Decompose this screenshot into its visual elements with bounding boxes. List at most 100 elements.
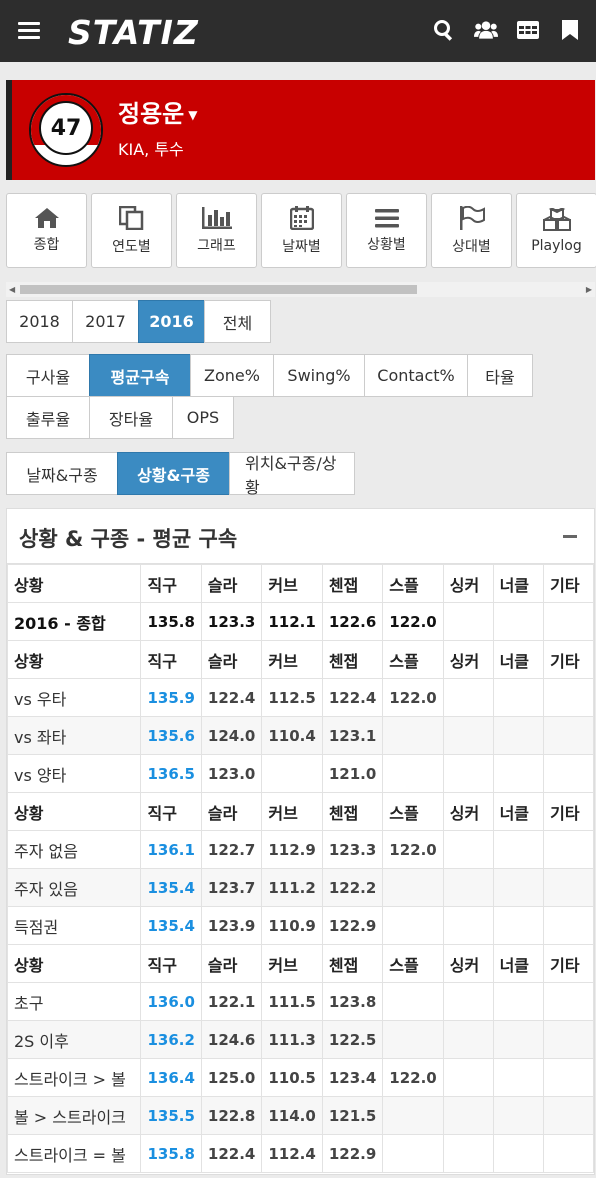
menu-playlog[interactable]: Playlog <box>516 193 596 268</box>
velocity-cell <box>382 1020 444 1059</box>
column-header[interactable]: 커브 <box>261 944 323 983</box>
column-header[interactable]: 기타 <box>543 640 594 679</box>
column-header[interactable]: 슬라 <box>200 944 263 983</box>
player-team-position: KIA, 투수 <box>118 140 184 159</box>
table-header-row: 상황 직구 슬라 커브 첸잽 스플 싱커 너클 기타 <box>6 944 594 983</box>
tab-contact[interactable]: Contact% <box>364 354 468 397</box>
column-header[interactable]: 너클 <box>492 944 545 983</box>
situation-label: vs 양타 <box>6 754 142 793</box>
velocity-cell <box>492 1134 545 1173</box>
table-icon[interactable] <box>516 18 540 42</box>
site-logo[interactable]: STATIZ <box>68 13 199 52</box>
tab-date-pitch[interactable]: 날짜&구종 <box>6 452 118 495</box>
tab-avg-velocity[interactable]: 평균구속 <box>89 354 191 397</box>
velocity-cell: 136.4 <box>140 1058 202 1097</box>
menu-by-date[interactable]: 날짜별 <box>261 193 342 268</box>
column-header[interactable]: 스플 <box>382 640 444 679</box>
column-header[interactable]: 커브 <box>261 564 323 603</box>
scroll-right-icon[interactable]: ▶ <box>586 285 592 294</box>
velocity-cell <box>492 1058 545 1097</box>
copy-icon <box>118 205 143 230</box>
column-header[interactable]: 기타 <box>543 564 594 603</box>
velocity-cell <box>492 830 545 869</box>
menu-graph[interactable]: 그래프 <box>176 193 257 268</box>
column-header[interactable]: 직구 <box>140 792 202 831</box>
situation-label: 스트라이크 = 볼 <box>6 1134 142 1173</box>
menu-by-situation[interactable]: 상황별 <box>346 193 427 268</box>
tab-swing[interactable]: Swing% <box>273 354 365 397</box>
column-header[interactable]: 슬라 <box>200 792 263 831</box>
column-header[interactable]: 싱커 <box>442 944 494 983</box>
bookmark-icon[interactable] <box>558 18 582 42</box>
velocity-cell <box>543 868 594 907</box>
menu-icon[interactable] <box>18 22 40 40</box>
tab-ops[interactable]: OPS <box>172 396 234 439</box>
column-header[interactable]: 상황 <box>6 944 142 983</box>
tab-slg[interactable]: 장타율 <box>89 396 173 439</box>
column-header[interactable]: 직구 <box>140 640 202 679</box>
velocity-cell <box>492 602 545 641</box>
table-row: 스트라이크 > 볼 136.4 125.0 110.5 123.4 122.0 <box>6 1058 594 1097</box>
velocity-cell <box>543 602 594 641</box>
situation-label: 주자 없음 <box>6 830 142 869</box>
velocity-table: 상황 직구 슬라 커브 첸잽 스플 싱커 너클 기타 2016 - 종합 135.8 123.3 112… <box>6 564 594 1173</box>
velocity-cell <box>543 1058 594 1097</box>
tab-zone[interactable]: Zone% <box>190 354 274 397</box>
column-header[interactable]: 첸잽 <box>321 792 384 831</box>
column-header[interactable]: 기타 <box>543 792 594 831</box>
year-2018-button[interactable]: 2018 <box>6 300 73 343</box>
column-header[interactable]: 스플 <box>382 944 444 983</box>
column-header[interactable]: 첸잽 <box>321 944 384 983</box>
column-header[interactable]: 커브 <box>261 792 323 831</box>
table-row: 2S 이후 136.2 124.6 111.3 122.5 <box>6 1020 594 1059</box>
column-header[interactable]: 싱커 <box>442 564 494 603</box>
scroll-left-icon[interactable]: ◀ <box>9 285 15 294</box>
column-header[interactable]: 직구 <box>140 944 202 983</box>
column-header[interactable]: 상황 <box>6 564 142 603</box>
column-header[interactable]: 상황 <box>6 792 142 831</box>
player-profile: 47 정용운 ▼ KIA, 투수 <box>6 80 595 180</box>
tab-batting-avg[interactable]: 타율 <box>467 354 533 397</box>
tab-location-pitch-situation[interactable]: 위치&구종/상황 <box>229 452 355 497</box>
velocity-cell: 135.5 <box>140 1096 202 1135</box>
column-header[interactable]: 슬라 <box>200 640 263 679</box>
tab-obp[interactable]: 출루율 <box>6 396 90 439</box>
year-2017-button[interactable]: 2017 <box>72 300 139 343</box>
tab-situation-pitch[interactable]: 상황&구종 <box>117 452 230 495</box>
column-header[interactable]: 싱커 <box>442 792 494 831</box>
search-icon[interactable] <box>432 18 456 42</box>
menu-yearly[interactable]: 연도별 <box>91 193 172 268</box>
column-header[interactable]: 너클 <box>492 640 545 679</box>
column-header[interactable]: 슬라 <box>200 564 263 603</box>
velocity-cell: 135.6 <box>140 716 202 755</box>
tab-pitch-usage[interactable]: 구사율 <box>6 354 90 397</box>
velocity-cell: 135.8 <box>140 602 202 641</box>
menu-by-opponent[interactable]: 상대별 <box>431 193 512 268</box>
column-header[interactable]: 너클 <box>492 564 545 603</box>
column-header[interactable]: 싱커 <box>442 640 494 679</box>
year-all-button[interactable]: 전체 <box>204 300 271 343</box>
player-name[interactable]: 정용운 ▼ <box>118 94 197 129</box>
velocity-cell <box>261 754 323 793</box>
velocity-cell <box>543 906 594 945</box>
column-header[interactable]: 상황 <box>6 640 142 679</box>
horizontal-scrollbar[interactable]: ◀ ▶ <box>6 282 595 297</box>
column-header[interactable]: 스플 <box>382 564 444 603</box>
table-row: vs 양타 136.5 123.0 121.0 <box>6 754 594 793</box>
column-header[interactable]: 기타 <box>543 944 594 983</box>
caret-down-icon[interactable]: ▼ <box>188 108 197 122</box>
column-header[interactable]: 커브 <box>261 640 323 679</box>
scrollbar-thumb[interactable] <box>20 285 417 294</box>
year-2016-button[interactable]: 2016 <box>138 300 205 343</box>
menu-summary[interactable]: 종합 <box>6 193 87 268</box>
column-header[interactable]: 첸잽 <box>321 564 384 603</box>
users-icon[interactable] <box>474 18 498 42</box>
velocity-cell: 122.4 <box>321 678 384 717</box>
column-header[interactable]: 스플 <box>382 792 444 831</box>
column-header[interactable]: 첸잽 <box>321 640 384 679</box>
column-header[interactable]: 직구 <box>140 564 202 603</box>
situation-label: 득점권 <box>6 906 142 945</box>
column-header[interactable]: 너클 <box>492 792 545 831</box>
velocity-cell <box>492 906 545 945</box>
collapse-icon[interactable] <box>563 535 577 538</box>
